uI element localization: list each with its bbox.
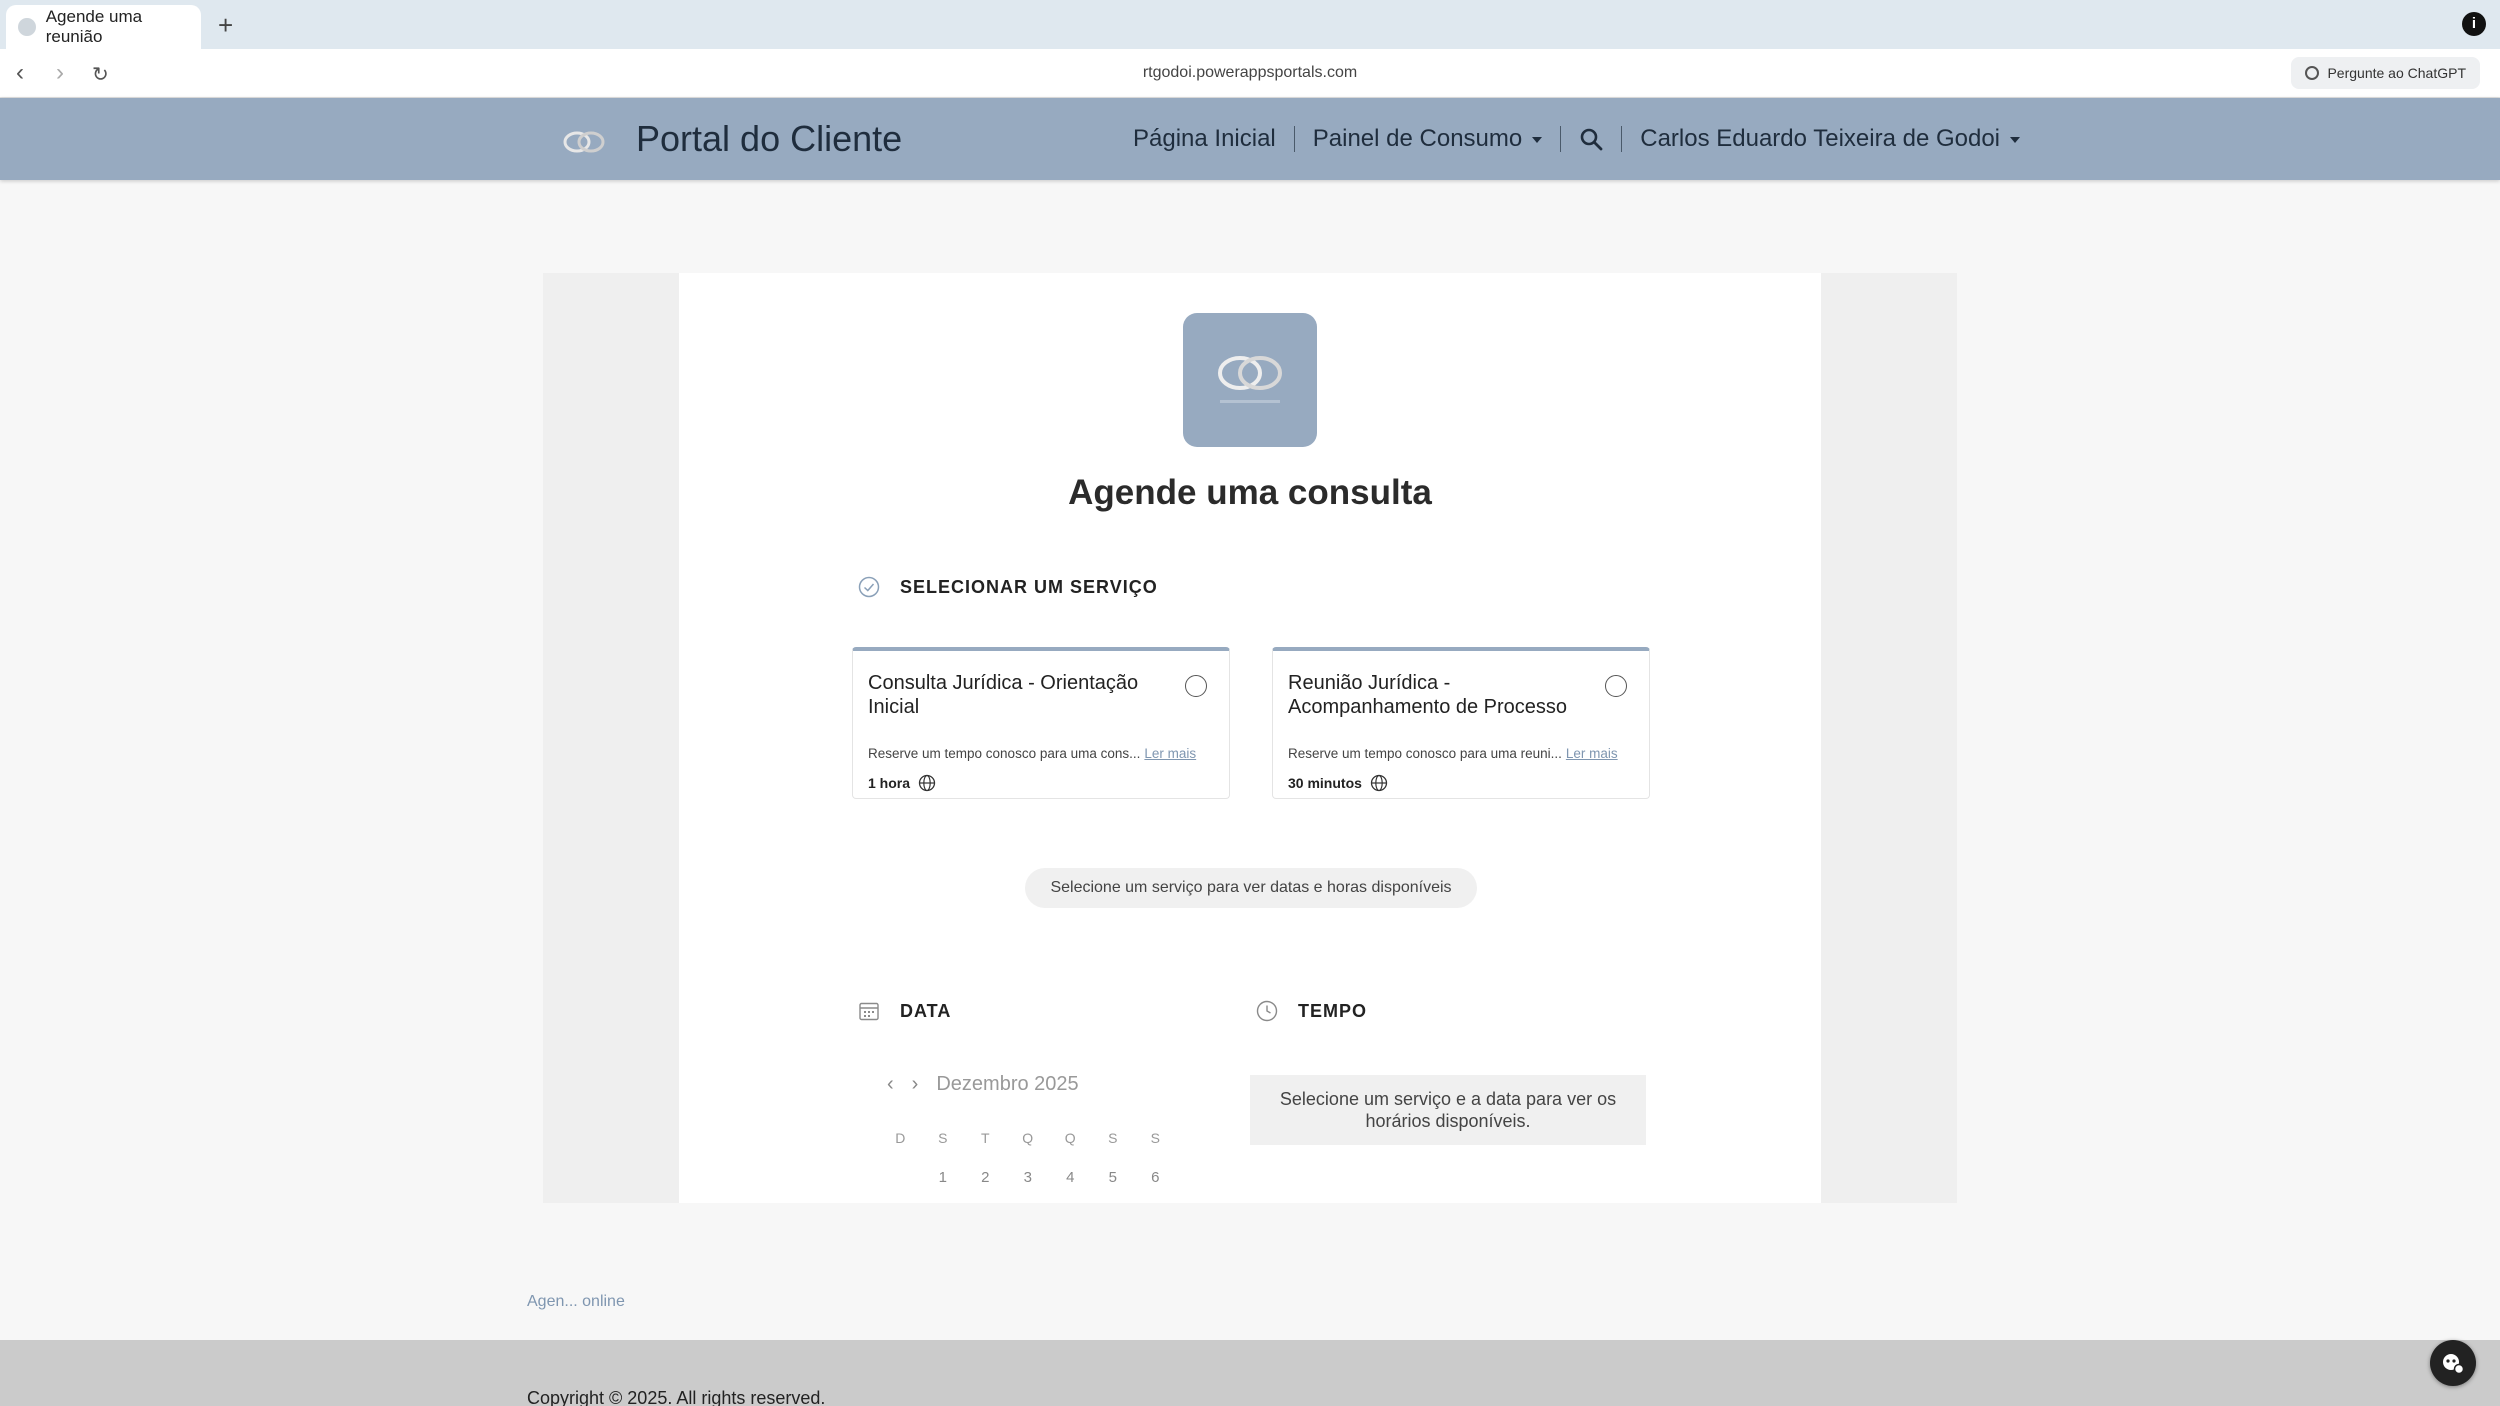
- weekday-row: D S T Q Q S S: [879, 1118, 1179, 1158]
- service-duration-text: 30 minutos: [1288, 775, 1362, 791]
- portal-title[interactable]: Portal do Cliente: [636, 118, 902, 160]
- calendar-header: ‹ › Dezembro 2025: [887, 1073, 1079, 1096]
- weekday: S: [1108, 1130, 1118, 1146]
- browser-toolbar: ‹ › ↻ rtgodoi.powerappsportals.com Pergu…: [0, 49, 2500, 98]
- time-label: TEMPO: [1298, 1000, 1368, 1021]
- service-name: Reunião Jurídica - Acompanhamento de Pro…: [1288, 672, 1568, 718]
- calendar-grid: D S T Q Q S S 1 2 3 4 5 6 7 8 9 10 11 12…: [879, 1118, 1179, 1203]
- page-title: Agende uma consulta: [1068, 473, 1432, 512]
- nav-divider: [1560, 126, 1562, 152]
- calendar-week: 7 8 9 10 11 12 13: [879, 1198, 1179, 1203]
- calendar-day[interactable]: 9: [964, 1198, 1007, 1203]
- weekday: D: [895, 1130, 906, 1146]
- step-select-service: SELECIONAR UM SERVIÇO: [858, 576, 1158, 598]
- address-bar[interactable]: rtgodoi.powerappsportals.com: [0, 64, 2500, 82]
- company-logo-icon: [1218, 356, 1282, 403]
- step-label: SELECIONAR UM SERVIÇO: [900, 576, 1158, 597]
- ask-chatgpt-label: Pergunte ao ChatGPT: [2327, 65, 2466, 81]
- service-card[interactable]: Reunião Jurídica - Acompanhamento de Pro…: [1272, 647, 1650, 799]
- calendar-day[interactable]: 12: [1092, 1198, 1135, 1203]
- ask-chatgpt-button[interactable]: Pergunte ao ChatGPT: [2291, 57, 2480, 89]
- browser-tab-bar: Agende uma reunião + i: [0, 0, 2500, 49]
- read-more-link[interactable]: Ler mais: [1566, 746, 1618, 761]
- new-tab-button[interactable]: +: [218, 10, 233, 41]
- company-logo: [1183, 313, 1317, 447]
- copyright-text: Copyright © 2025. All rights reserved.: [527, 1388, 826, 1406]
- service-description: Reserve um tempo conosco para uma cons..…: [868, 746, 1196, 761]
- weekday: Q: [1064, 1130, 1076, 1146]
- favicon-icon: [18, 18, 36, 36]
- service-duration: 30 minutos: [1288, 774, 1388, 792]
- service-duration-text: 1 hora: [868, 775, 911, 791]
- main-nav: Página Inicial Painel de Consumo Carlos …: [1133, 125, 2020, 153]
- nav-dashboard-label: Painel de Consumo: [1312, 125, 1523, 152]
- calendar-day[interactable]: 6: [1134, 1158, 1177, 1198]
- calendar-day[interactable]: 7: [879, 1198, 922, 1203]
- portal-header: Portal do Cliente Página Inicial Painel …: [0, 98, 2500, 180]
- globe-icon: [1370, 774, 1388, 792]
- calendar-day[interactable]: 13: [1134, 1198, 1177, 1203]
- booking-card: Agende uma consulta SELECIONAR UM SERVIÇ…: [679, 273, 1821, 1203]
- browser-tab[interactable]: Agende uma reunião: [6, 5, 201, 49]
- chatbot-icon: [2443, 1354, 2465, 1375]
- prev-month-icon[interactable]: ‹: [887, 1073, 894, 1096]
- date-label: DATA: [900, 1000, 952, 1021]
- site-footer: Copyright © 2025. All rights reserved.: [0, 1340, 2500, 1406]
- nav-home[interactable]: Página Inicial: [1133, 125, 1276, 153]
- calendar-icon: [859, 1002, 879, 1021]
- nav-divider: [1621, 126, 1623, 152]
- chat-assistant-button[interactable]: [2430, 1340, 2476, 1386]
- calendar-day[interactable]: 8: [922, 1198, 965, 1203]
- chevron-down-icon: [2010, 136, 2020, 143]
- footer-link[interactable]: Agen... online: [527, 1293, 625, 1311]
- calendar-day[interactable]: 4: [1049, 1158, 1092, 1198]
- chevron-down-icon: [1532, 136, 1543, 143]
- service-card[interactable]: Consulta Jurídica - Orientação Inicial R…: [852, 647, 1230, 799]
- time-section-header: TEMPO: [1256, 1000, 1367, 1022]
- calendar-month: Dezembro 2025: [936, 1073, 1079, 1095]
- search-icon[interactable]: [1579, 127, 1603, 151]
- service-radio[interactable]: [1605, 675, 1627, 697]
- calendar-day[interactable]: 3: [1007, 1158, 1050, 1198]
- service-radio[interactable]: [1185, 675, 1207, 697]
- globe-icon: [918, 774, 936, 792]
- service-description-text: Reserve um tempo conosco para uma cons..…: [868, 746, 1141, 761]
- weekday: T: [980, 1130, 990, 1146]
- nav-divider: [1293, 126, 1295, 152]
- calendar-day[interactable]: 1: [922, 1158, 965, 1198]
- tab-title: Agende uma reunião: [45, 7, 143, 46]
- nav-dashboard[interactable]: Painel de Consumo: [1312, 125, 1543, 153]
- weekday: Q: [1022, 1130, 1034, 1146]
- check-circle-icon: [858, 576, 880, 598]
- calendar-week: 1 2 3 4 5 6: [879, 1158, 1179, 1198]
- calendar-day: [879, 1158, 922, 1198]
- calendar-day[interactable]: 11: [1049, 1198, 1092, 1203]
- service-description-text: Reserve um tempo conosco para uma reuni.…: [1288, 746, 1562, 761]
- service-description: Reserve um tempo conosco para uma reuni.…: [1288, 746, 1618, 761]
- next-month-icon[interactable]: ›: [912, 1073, 919, 1096]
- user-name: Carlos Eduardo Teixeira de Godoi: [1640, 125, 2000, 152]
- calendar-day[interactable]: 2: [964, 1158, 1007, 1198]
- service-hint: Selecione um serviço para ver datas e ho…: [1025, 868, 1477, 908]
- service-duration: 1 hora: [868, 774, 936, 792]
- read-more-link[interactable]: Ler mais: [1144, 746, 1196, 761]
- calendar-day[interactable]: 5: [1092, 1158, 1135, 1198]
- chatgpt-icon: [2305, 66, 2320, 80]
- user-menu[interactable]: Carlos Eduardo Teixeira de Godoi: [1640, 125, 2020, 153]
- weekday: S: [1150, 1130, 1160, 1146]
- clock-icon: [1256, 1000, 1278, 1022]
- info-icon[interactable]: i: [2462, 12, 2486, 36]
- brand-logo-icon[interactable]: [562, 128, 606, 156]
- calendar-day[interactable]: 10: [1007, 1198, 1050, 1203]
- weekday: S: [938, 1130, 948, 1146]
- service-name: Consulta Jurídica - Orientação Inicial: [868, 672, 1139, 718]
- time-slots-placeholder: Selecione um serviço e a data para ver o…: [1250, 1075, 1646, 1145]
- date-section-header: DATA: [858, 1000, 951, 1022]
